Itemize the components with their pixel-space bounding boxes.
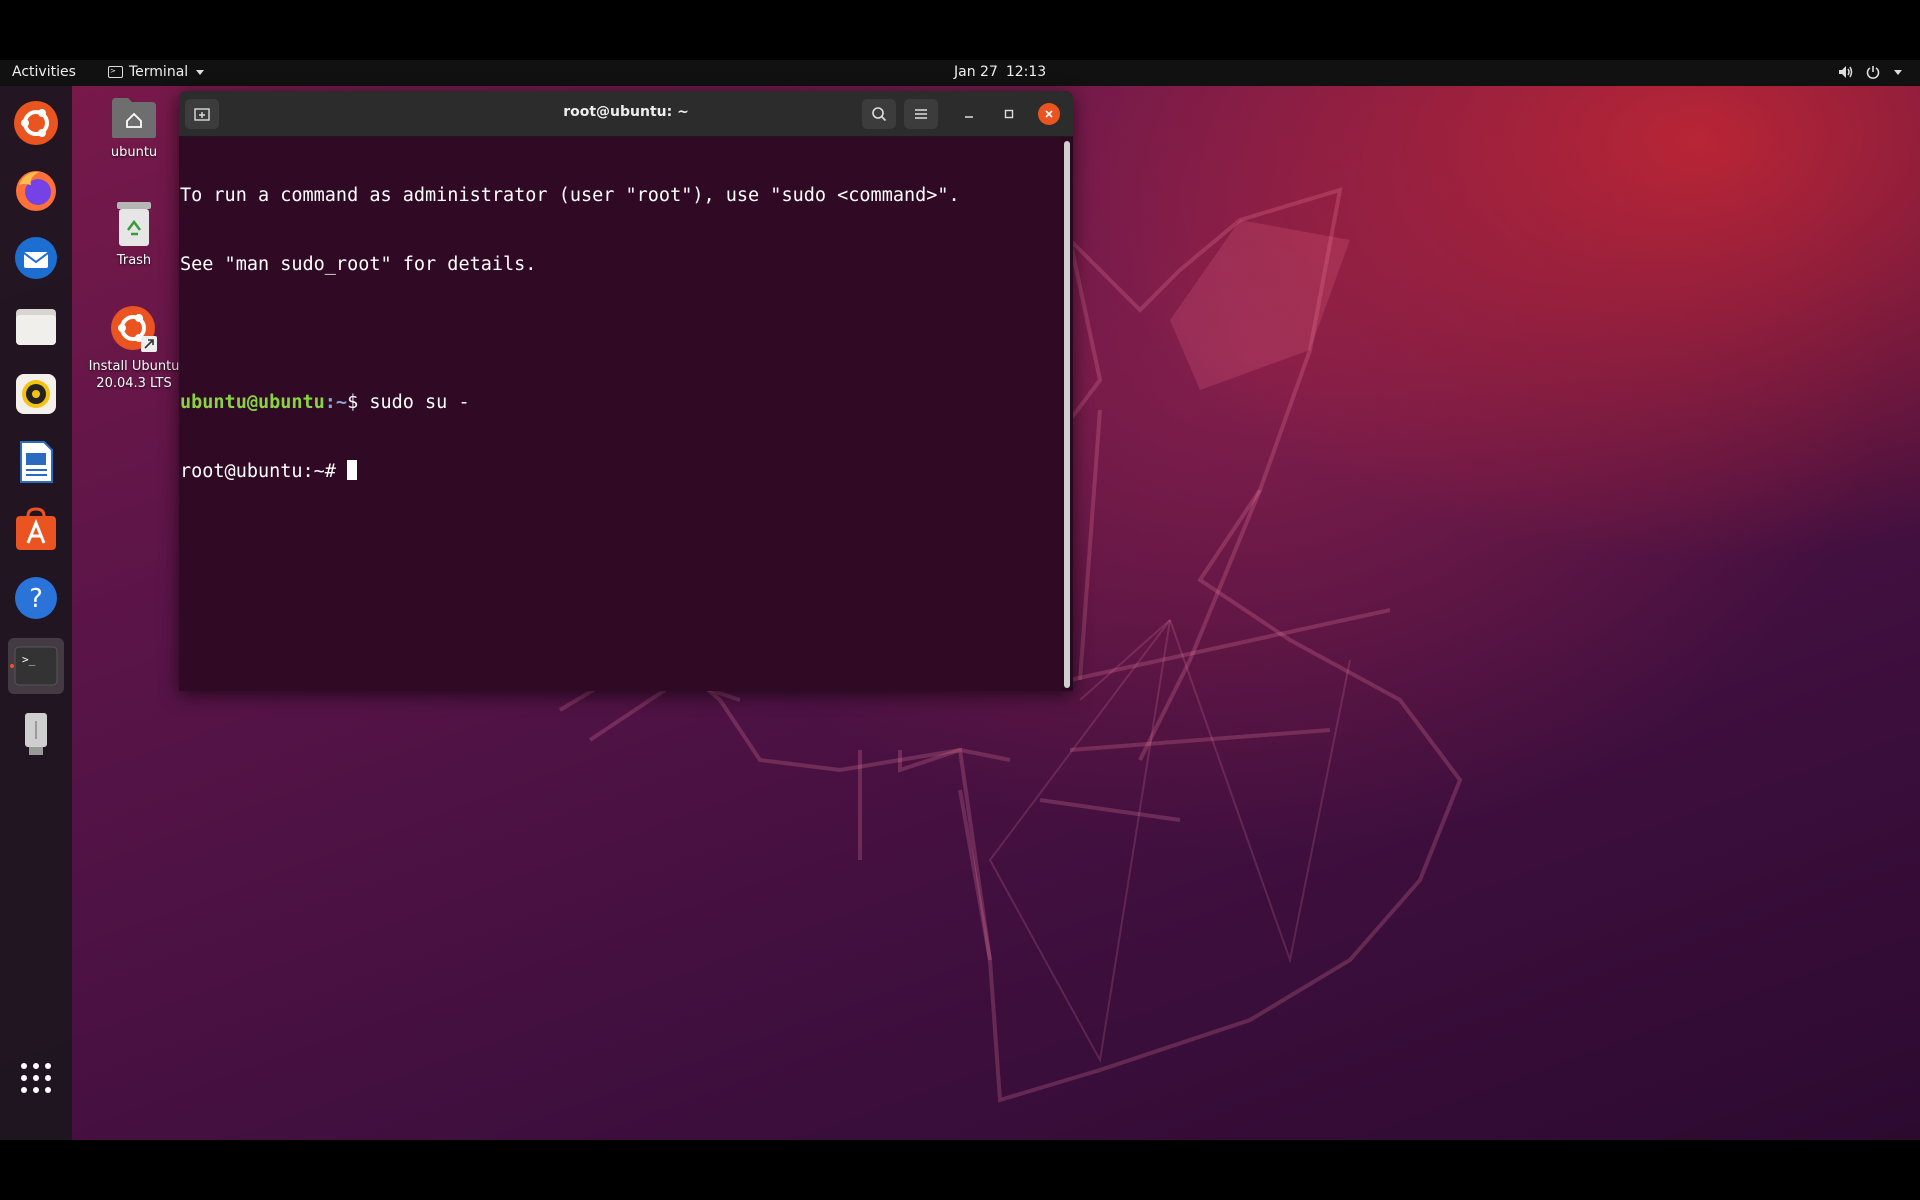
- desktop-icon-install-ubuntu[interactable]: Install Ubuntu 20.04.3 LTS: [86, 304, 182, 392]
- apps-grid-icon: [21, 1063, 51, 1093]
- terminal-icon: >: [108, 66, 123, 78]
- usb-drive-icon: [25, 713, 47, 755]
- app-menu-label: Terminal: [129, 64, 189, 80]
- hamburger-menu-button[interactable]: [904, 99, 938, 129]
- top-panel: Activities > Terminal Jan 27 12:13: [0, 60, 1920, 86]
- firefox-icon: [16, 171, 56, 211]
- help-icon: ?: [15, 577, 57, 619]
- terminal-titlebar[interactable]: root@ubuntu: ~: [179, 91, 1073, 137]
- root-prompt: root@ubuntu:~#: [180, 461, 348, 482]
- power-icon: [1866, 66, 1880, 79]
- maximize-icon: [1004, 109, 1014, 119]
- scrollbar-thumb[interactable]: [1064, 141, 1070, 688]
- desktop-icon-label-line2: 20.04.3 LTS: [96, 376, 172, 391]
- dock-item-usb-drive[interactable]: [8, 706, 64, 762]
- volume-icon: [1839, 66, 1853, 78]
- terminal-prompt-line: ubuntu@ubuntu:~$ sudo su -: [180, 391, 1060, 414]
- desktop-icon-trash[interactable]: Trash: [86, 200, 182, 269]
- search-icon: [872, 107, 887, 122]
- dock-item-firefox[interactable]: [8, 162, 64, 218]
- prompt-path: :~: [324, 392, 348, 413]
- ubuntu-logo-icon: [14, 101, 58, 145]
- dock-item-ubuntu-installer[interactable]: [8, 95, 64, 151]
- clock-time: 12:13: [1005, 64, 1047, 80]
- dock-item-terminal[interactable]: >_: [8, 638, 64, 694]
- writer-icon: [20, 441, 53, 483]
- prompt-symbol: $: [347, 392, 370, 413]
- letterbox-bottom: [0, 1140, 1920, 1200]
- terminal-window[interactable]: root@ubuntu: ~ To run a command as admin…: [179, 91, 1073, 691]
- show-applications-button[interactable]: [8, 1050, 64, 1106]
- terminal-icon: >_: [14, 646, 58, 686]
- desktop-icon-home[interactable]: ubuntu: [86, 96, 182, 161]
- ubuntu-installer-icon: [86, 304, 182, 354]
- terminal-root-prompt-line[interactable]: root@ubuntu:~#: [180, 460, 1060, 483]
- close-icon: [1045, 110, 1053, 118]
- svg-text:>_: >_: [22, 653, 36, 666]
- text-cursor: [347, 460, 358, 480]
- minimize-button[interactable]: [958, 103, 980, 125]
- letterbox-top: [0, 0, 1920, 60]
- terminal-output[interactable]: To run a command as administrator (user …: [180, 138, 1060, 691]
- terminal-line: To run a command as administrator (user …: [180, 185, 960, 206]
- dock-item-thunderbird[interactable]: [8, 230, 64, 286]
- files-icon: [16, 309, 56, 345]
- desktop-icon-label: Trash: [116, 253, 152, 268]
- close-button[interactable]: [1038, 103, 1060, 125]
- running-indicator: [10, 664, 14, 668]
- home-folder-icon: [86, 96, 182, 140]
- rhythmbox-icon: [16, 374, 56, 414]
- hamburger-icon: [915, 109, 927, 119]
- dock-item-ubuntu-software[interactable]: [8, 502, 64, 558]
- prompt-user: ubuntu@ubuntu: [180, 392, 325, 413]
- search-button[interactable]: [862, 99, 896, 129]
- prompt-command: sudo su -: [369, 392, 470, 413]
- desktop-icon-label-line1: Install Ubuntu: [88, 359, 180, 374]
- dock-item-help[interactable]: ?: [8, 570, 64, 626]
- dock-item-rhythmbox[interactable]: [8, 366, 64, 422]
- minimize-icon: [965, 116, 973, 118]
- activities-button[interactable]: Activities: [12, 64, 76, 80]
- svg-text:?: ?: [29, 584, 43, 614]
- chevron-down-icon: [1894, 69, 1902, 75]
- dock-item-libreoffice-writer[interactable]: [8, 434, 64, 490]
- clock[interactable]: Jan 27 12:13: [954, 64, 1046, 80]
- thunderbird-icon: [15, 237, 57, 279]
- system-tray[interactable]: [1838, 65, 1902, 79]
- chevron-down-icon: [196, 69, 205, 75]
- clock-date: Jan 27: [954, 64, 998, 80]
- dock: ? >_: [0, 86, 72, 1140]
- dock-item-files[interactable]: [8, 298, 64, 354]
- maximize-button[interactable]: [998, 103, 1020, 125]
- software-store-icon: [16, 507, 56, 550]
- trash-icon: [86, 200, 182, 248]
- window-title: root@ubuntu: ~: [563, 104, 689, 120]
- desktop-icon-label: ubuntu: [110, 145, 158, 160]
- terminal-line: See "man sudo_root" for details.: [180, 254, 537, 275]
- app-menu[interactable]: > Terminal: [108, 64, 205, 80]
